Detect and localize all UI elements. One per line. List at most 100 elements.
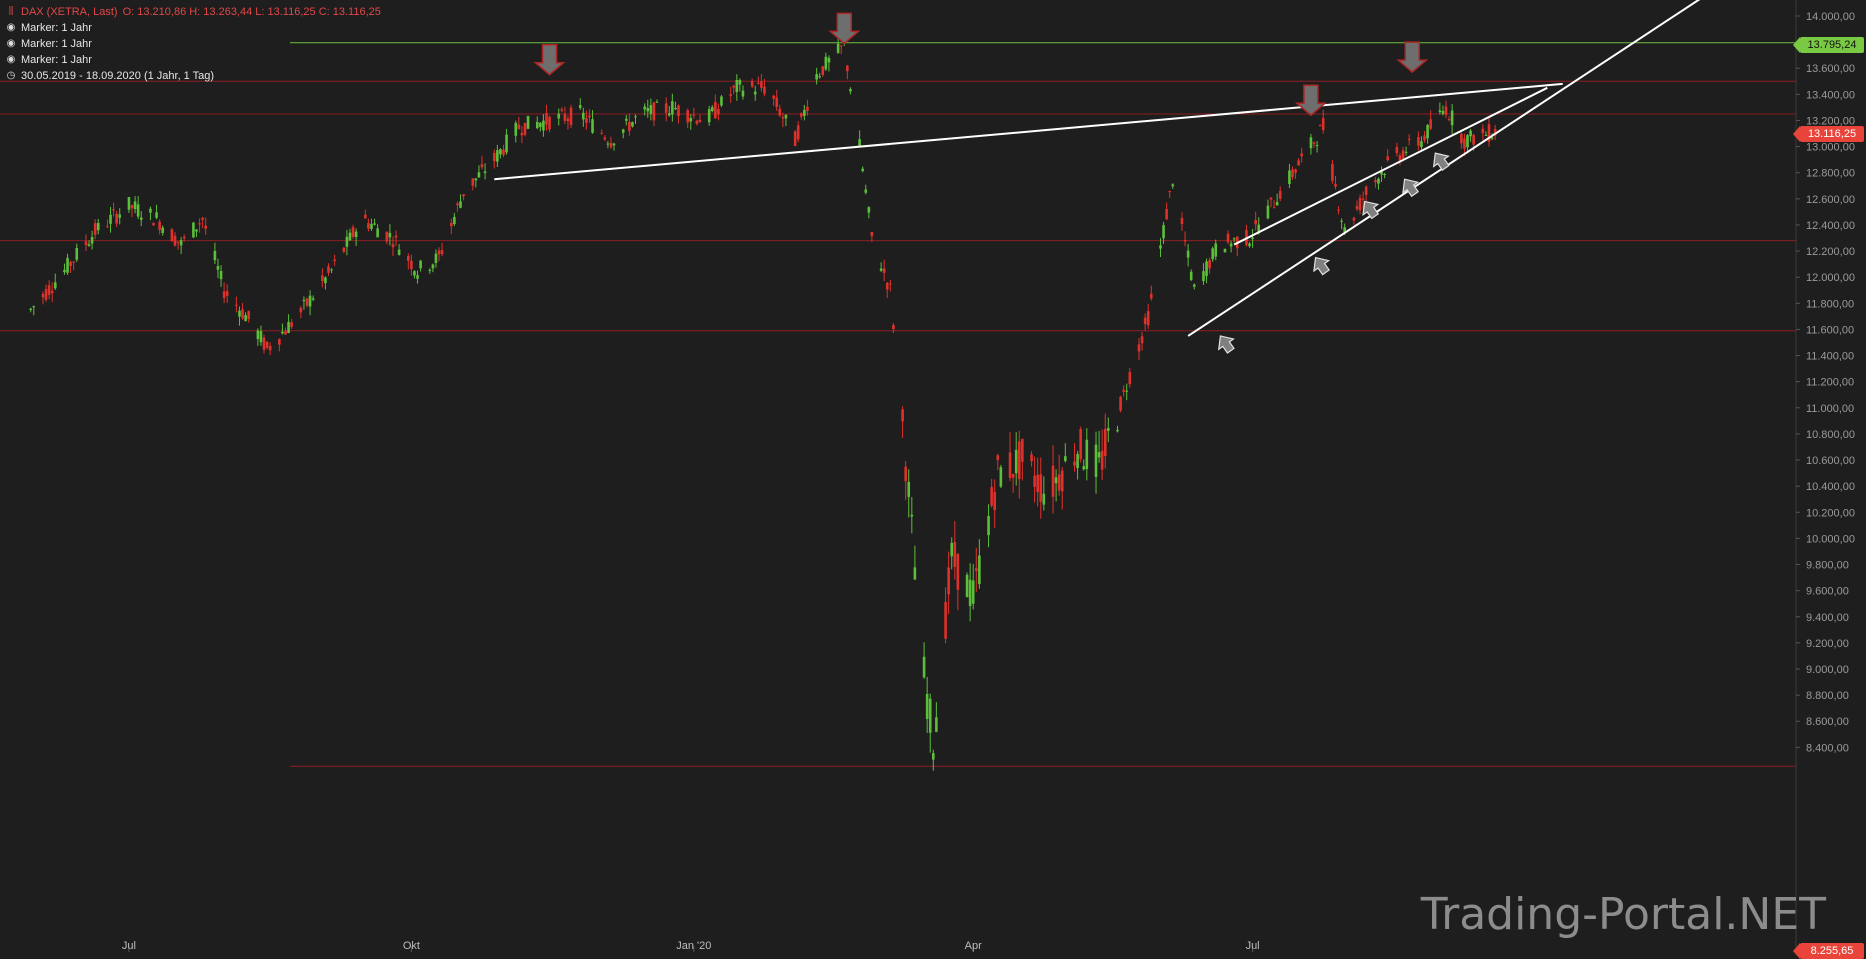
candle-body [499, 149, 502, 155]
candle-body [953, 542, 957, 567]
candle-body [1214, 243, 1218, 257]
candle-body [1097, 452, 1101, 458]
candle-body [222, 291, 226, 299]
candle-body [259, 331, 263, 343]
candle-body [849, 89, 852, 92]
candle-body [1463, 138, 1466, 149]
candle-body [548, 116, 551, 130]
candle-body [910, 514, 914, 517]
candle-body [112, 209, 115, 211]
candle-body [1331, 163, 1334, 181]
candle-body [741, 90, 745, 97]
candle-body [603, 137, 607, 140]
candle-body [235, 304, 238, 306]
candle-body [1030, 454, 1033, 462]
candle-body [238, 310, 241, 317]
price-tick-label: 12.000,00 [1806, 272, 1855, 284]
candle-body [732, 85, 736, 88]
candle-body [1312, 142, 1316, 144]
time-tick-label: Jul [1246, 940, 1260, 952]
candle-body [1407, 138, 1411, 140]
candle-body [646, 108, 650, 112]
date-range-row[interactable]: ◷ 30.05.2019 - 18.09.2020 (1 Jahr, 1 Tag… [6, 68, 381, 84]
candle-body [1125, 390, 1129, 392]
candle-body [913, 567, 917, 580]
candle-body [1417, 137, 1420, 146]
candle-body [904, 466, 907, 482]
price-tick-label: 8.400,00 [1806, 742, 1849, 754]
candle-body [858, 139, 861, 147]
candle-body [29, 308, 33, 311]
candle-body [109, 214, 112, 224]
instrument-title[interactable]: DAX (XETRA, Last) [21, 4, 118, 20]
candle-body [996, 455, 1000, 460]
candle-body [1042, 493, 1046, 505]
candle-body [956, 553, 960, 590]
candle-body [987, 516, 990, 536]
candle-body [1223, 248, 1227, 253]
candle-body [1364, 186, 1368, 195]
candle-body [542, 120, 545, 131]
candle-body [1211, 248, 1214, 260]
candle-body [1159, 245, 1162, 249]
candle-body [152, 223, 155, 226]
last-price-badge: 13.116,25 [1793, 126, 1864, 142]
candle-body [1404, 151, 1408, 153]
candle-body [600, 132, 604, 134]
candle-body [173, 235, 177, 246]
candle-body [870, 231, 874, 237]
candle-body [563, 114, 567, 121]
candle-body [695, 120, 699, 124]
candle-body [247, 310, 250, 320]
candle-body [1162, 225, 1165, 239]
candle-body [535, 121, 539, 129]
candle-body [321, 275, 324, 281]
candle-body [376, 228, 379, 238]
candle-body [974, 568, 978, 572]
candle-body [262, 337, 266, 350]
candle-body [72, 261, 75, 263]
bottom-price-badge: 8.255,65 [1793, 943, 1864, 959]
candle-body [106, 226, 109, 228]
price-tick-label: 13.400,00 [1806, 89, 1855, 101]
candle-body [327, 266, 330, 273]
marker-row[interactable]: ◉ Marker: 1 Jahr [6, 52, 381, 68]
candle-body [864, 189, 868, 193]
candle-body [1469, 130, 1472, 137]
candle-body [1361, 198, 1365, 200]
candle-body [1444, 106, 1448, 115]
candle-body [1011, 473, 1015, 478]
candle-body [87, 244, 91, 246]
candle-body [1208, 259, 1211, 269]
candle-body [643, 106, 647, 110]
candle-body [1340, 220, 1343, 222]
marker-row[interactable]: ◉ Marker: 1 Jahr [6, 20, 381, 36]
candle-body [364, 214, 367, 219]
candle-body [161, 227, 165, 233]
candle-body [520, 133, 524, 136]
candle-body [753, 91, 757, 95]
candle-body [456, 203, 459, 206]
candle-body [170, 229, 174, 242]
candle-body [1484, 134, 1488, 136]
candle-body [907, 481, 911, 497]
candle-body [578, 105, 582, 108]
candle-body [591, 119, 594, 133]
marker-row[interactable]: ◉ Marker: 1 Jahr [6, 36, 381, 52]
candle-body [698, 119, 702, 123]
candle-body [1205, 261, 1208, 277]
candle-body [1060, 470, 1064, 492]
up-arrow-icon [1313, 256, 1331, 276]
candle-body [965, 574, 969, 598]
price-tick-label: 11.000,00 [1806, 403, 1854, 415]
candle-body [545, 112, 548, 125]
target-icon: ◉ [6, 54, 16, 65]
candle-body [892, 324, 895, 330]
candle-body [569, 107, 573, 126]
candle-body [90, 237, 94, 244]
candle-body [621, 129, 625, 133]
candle-body [351, 227, 355, 237]
candle-body [1079, 429, 1082, 460]
candle-body [671, 101, 674, 115]
candle-body [1466, 135, 1469, 148]
